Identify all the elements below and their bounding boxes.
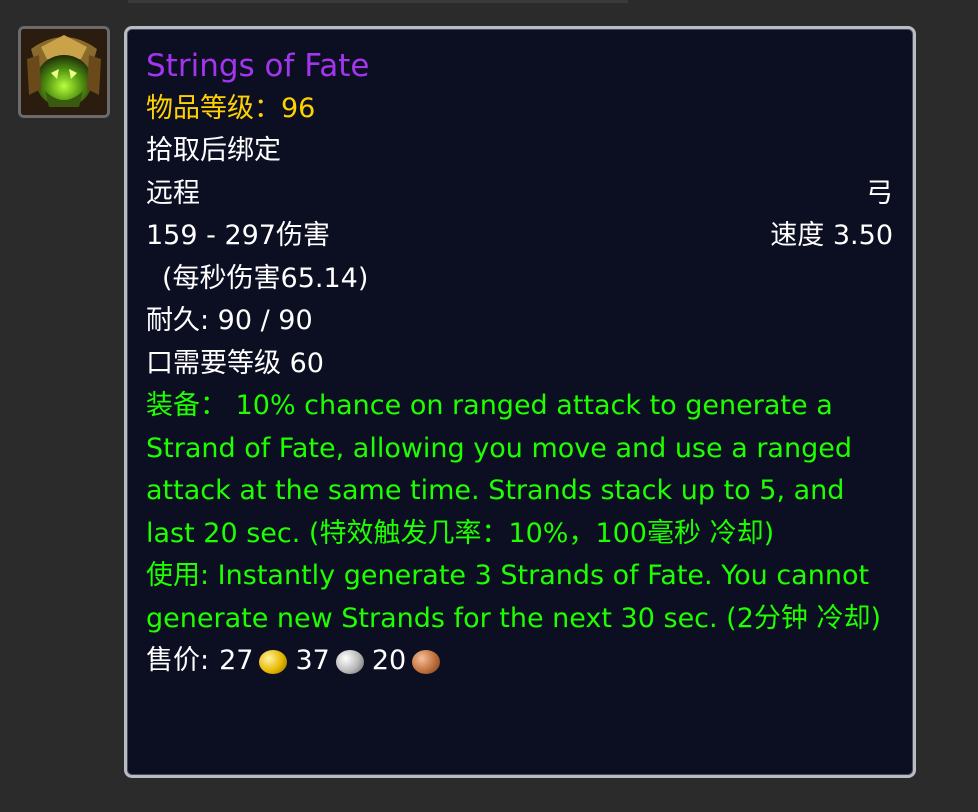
bind-type: 拾取后绑定 [146,135,281,166]
durability: 耐久: 90 / 90 [146,305,313,336]
item-name: Strings of Fate [146,48,370,84]
silver-amount: 37 [295,645,330,676]
damage-row: 159 - 297伤害 速度 3.50 [146,215,893,258]
top-divider [128,0,628,3]
equip-effect: 装备： 10% chance on ranged attack to gener… [146,390,852,549]
required-level: 口需要等级 60 [146,347,324,379]
copper-coin-icon [412,650,441,675]
sell-price: 售价: 27 37 20 [146,640,893,683]
item-icon[interactable] [18,26,110,118]
item-slot: 远程 [146,177,200,209]
gold-amount: 27 [219,645,254,676]
damage-per-second: (每秒伤害65.14) [162,262,369,294]
item-type: 弓 [866,177,893,209]
item-level: 物品等级：96 [146,92,316,124]
gold-coin-icon [259,650,288,675]
bow-item-icon [21,29,107,115]
copper-amount: 20 [371,645,407,676]
silver-coin-icon [335,650,364,675]
slot-row: 远程 弓 [146,173,893,216]
item-tooltip: Strings of Fate 物品等级：96 拾取后绑定 远程 弓 159 -… [124,26,916,778]
sell-price-label: 售价: [146,645,210,676]
weapon-speed: 速度 3.50 [770,220,893,251]
damage-range: 159 - 297伤害 [146,220,330,251]
use-effect: 使用: Instantly generate 3 Strands of Fate… [146,560,882,634]
